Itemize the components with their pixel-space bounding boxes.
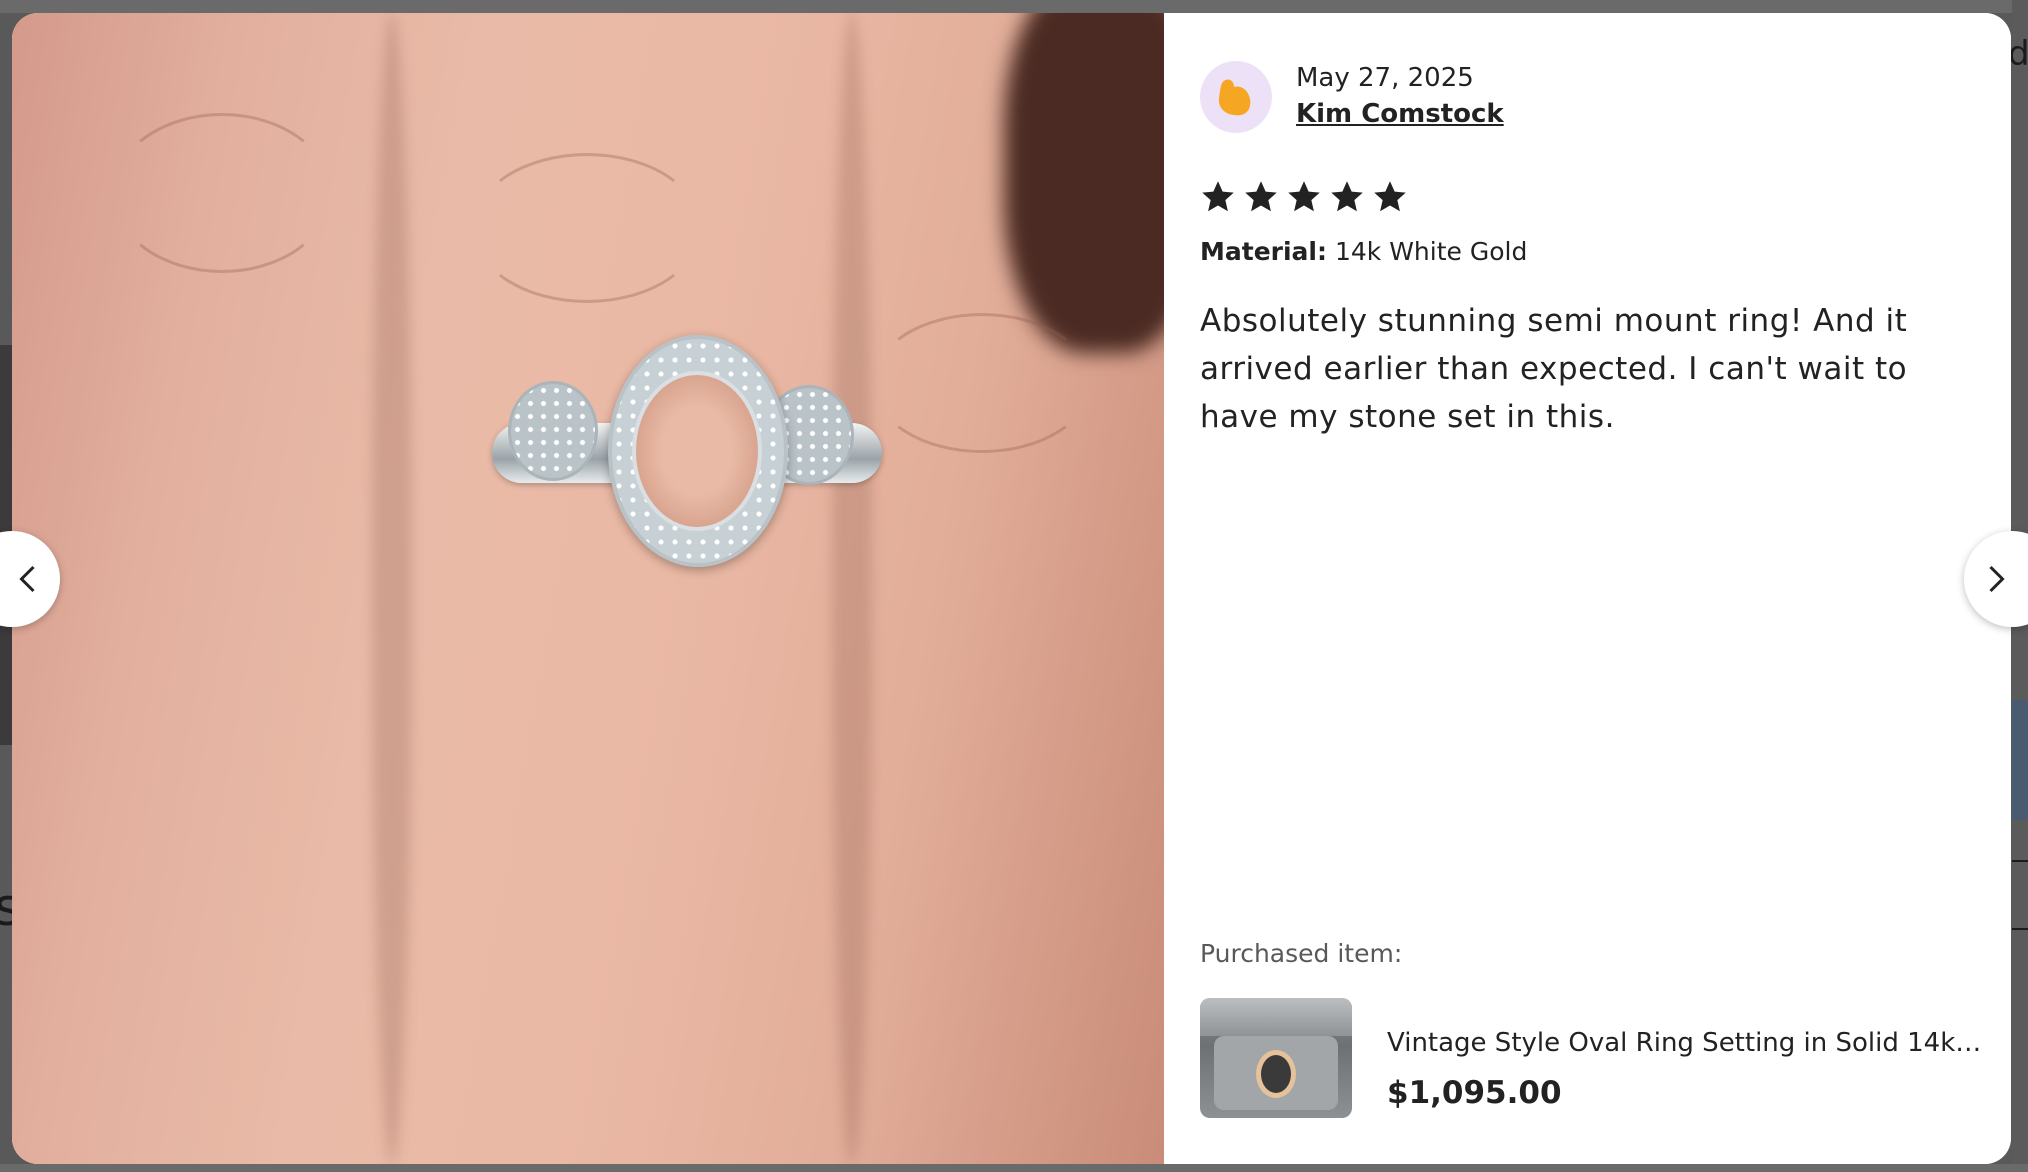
material-label: Material: bbox=[1200, 237, 1327, 266]
star-icon bbox=[1286, 179, 1322, 215]
reviewer-name-link[interactable]: Kim Comstock bbox=[1296, 99, 1504, 129]
knuckle-wrinkle bbox=[872, 313, 1092, 453]
finger-crease bbox=[372, 13, 412, 1164]
purchased-item-thumbnail[interactable] bbox=[1200, 998, 1352, 1118]
material-value: 14k White Gold bbox=[1334, 237, 1528, 266]
purchased-item-price: $1,095.00 bbox=[1387, 1075, 1562, 1111]
photo-shadow bbox=[1004, 13, 1164, 353]
purchased-item-title-link[interactable]: Vintage Style Oval Ring Setting in Solid… bbox=[1387, 1028, 1987, 1058]
background-page-text: d bbox=[2008, 34, 2028, 74]
avatar[interactable] bbox=[1200, 61, 1272, 133]
avatar-icon bbox=[1218, 79, 1251, 116]
knuckle-wrinkle bbox=[112, 113, 332, 273]
finger-crease bbox=[832, 13, 872, 1164]
star-icon bbox=[1329, 179, 1365, 215]
chevron-left-icon bbox=[19, 565, 35, 593]
review-material: Material: 14k White Gold bbox=[1200, 237, 1527, 266]
star-rating bbox=[1200, 179, 1408, 215]
backdrop bbox=[0, 0, 2028, 13]
review-text: Absolutely stunning semi mount ring! And… bbox=[1200, 303, 1908, 435]
background-page-button bbox=[2012, 700, 2028, 820]
backdrop bbox=[0, 1164, 2028, 1172]
review-photo bbox=[12, 13, 1164, 1164]
star-icon bbox=[1372, 179, 1408, 215]
ring-side-cluster bbox=[508, 381, 598, 481]
thumbnail-ring bbox=[1256, 1050, 1296, 1098]
star-icon bbox=[1243, 179, 1279, 215]
chevron-right-icon bbox=[1989, 565, 2005, 593]
star-icon bbox=[1200, 179, 1236, 215]
purchased-item-label: Purchased item: bbox=[1200, 939, 1403, 968]
review-panel: May 27, 2025 Kim Comstock Material: 14k … bbox=[1164, 13, 2011, 1164]
ring-empty-setting bbox=[632, 371, 762, 531]
knuckle-wrinkle bbox=[472, 153, 702, 303]
thumbnail-box-lid bbox=[1200, 998, 1352, 1036]
background-page-divider bbox=[2012, 928, 2028, 930]
review-photo-modal: May 27, 2025 Kim Comstock Material: 14k … bbox=[12, 13, 2011, 1164]
background-page-divider bbox=[2012, 860, 2028, 862]
review-date: May 27, 2025 bbox=[1296, 63, 1474, 93]
